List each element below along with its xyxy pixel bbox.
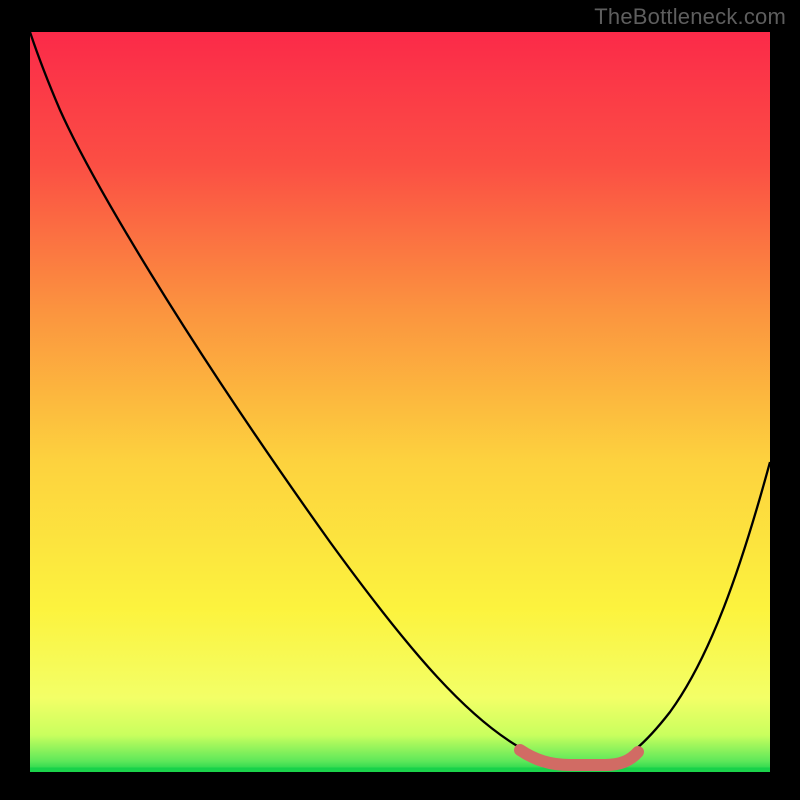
watermark-text: TheBottleneck.com xyxy=(594,4,786,30)
plot-svg xyxy=(30,32,770,772)
gradient-bg xyxy=(30,32,770,772)
plot-area xyxy=(30,32,770,772)
chart-frame: TheBottleneck.com xyxy=(0,0,800,800)
